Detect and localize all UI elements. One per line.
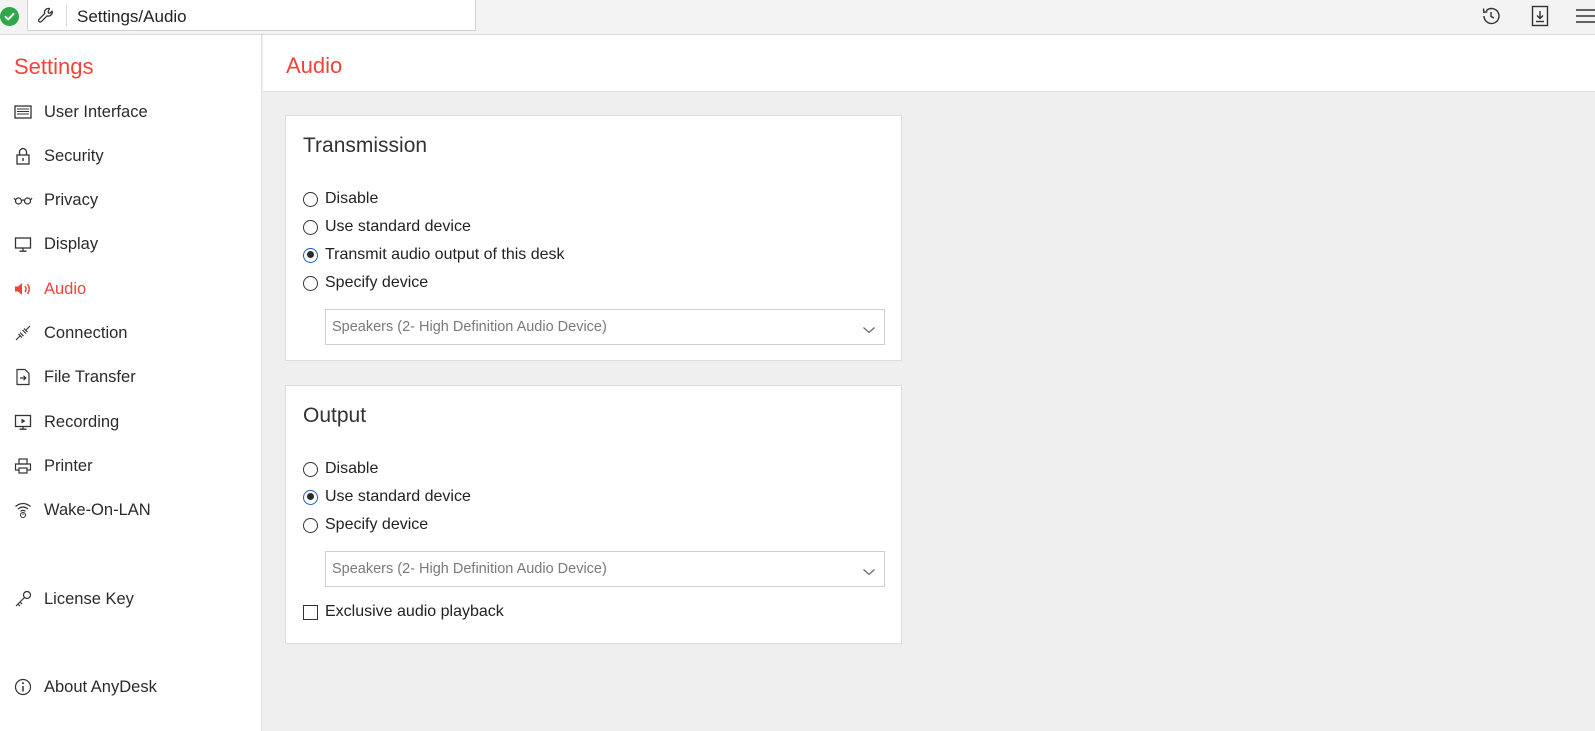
- lock-icon: [13, 146, 33, 166]
- connection-icon: [13, 323, 33, 343]
- radio-label: Use standard device: [325, 218, 471, 235]
- radio-label: Specify device: [325, 274, 429, 291]
- speaker-icon: [13, 279, 33, 299]
- sidebar-item-display[interactable]: Display: [0, 226, 262, 262]
- radio-button[interactable]: [303, 191, 318, 207]
- sidebar-item-label: User Interface: [44, 103, 148, 121]
- address-book-icon[interactable]: [1528, 4, 1552, 28]
- monitor-icon: [13, 234, 33, 254]
- sidebar-item-connection[interactable]: Connection: [0, 315, 262, 351]
- sidebar-item-about[interactable]: About AnyDesk: [0, 669, 262, 705]
- recording-icon: [13, 412, 33, 432]
- sidebar-item-label: Connection: [44, 324, 128, 342]
- radio-button[interactable]: [303, 517, 318, 533]
- radio-button[interactable]: [303, 219, 318, 235]
- radio-label: Disable: [325, 460, 379, 477]
- sidebar-item-label: Privacy: [44, 191, 99, 209]
- transmission-device-select[interactable]: Speakers (2- High Definition Audio Devic…: [325, 309, 885, 345]
- sidebar-item-printer[interactable]: Printer: [0, 448, 262, 484]
- sidebar-item-audio[interactable]: Audio: [0, 271, 262, 307]
- transmission-option-specify-device[interactable]: Specify device: [303, 272, 428, 294]
- top-bar: Settings/Audio: [0, 0, 1595, 35]
- address-separator: [66, 5, 67, 26]
- sidebar-item-recording[interactable]: Recording: [0, 404, 262, 440]
- file-transfer-icon: [13, 367, 33, 387]
- address-bar[interactable]: Settings/Audio: [27, 0, 476, 31]
- checkbox-label: Exclusive audio playback: [325, 603, 504, 620]
- sidebar-item-label: Recording: [44, 413, 120, 431]
- output-option-standard-device[interactable]: Use standard device: [303, 486, 471, 508]
- sidebar-title: Settings: [14, 54, 94, 79]
- sidebar-item-wake-on-lan[interactable]: Wake-On-LAN: [0, 492, 262, 528]
- chevron-down-icon: [862, 564, 876, 576]
- sidebar-item-user-interface[interactable]: User Interface: [0, 94, 262, 130]
- sidebar-item-file-transfer[interactable]: File Transfer: [0, 359, 262, 395]
- output-device-select[interactable]: Speakers (2- High Definition Audio Devic…: [325, 551, 885, 587]
- sidebar-item-security[interactable]: Security: [0, 138, 262, 174]
- printer-icon: [13, 456, 33, 476]
- sidebar-item-label: About AnyDesk: [44, 678, 157, 696]
- sidebar-item-privacy[interactable]: Privacy: [0, 182, 262, 218]
- sidebar-item-license-key[interactable]: License Key: [0, 581, 262, 617]
- transmission-title: Transmission: [303, 134, 428, 157]
- history-icon[interactable]: [1479, 4, 1503, 28]
- transmission-option-transmit-desk-audio[interactable]: Transmit audio output of this desk: [303, 244, 565, 266]
- key-icon: [13, 589, 33, 609]
- radio-label: Specify device: [325, 516, 429, 533]
- glasses-icon: [13, 190, 33, 210]
- settings-sidebar: Settings User Interface Security Privacy…: [0, 35, 262, 731]
- radio-label: Transmit audio output of this desk: [325, 246, 565, 263]
- sidebar-item-label: License Key: [44, 590, 134, 608]
- exclusive-audio-checkbox[interactable]: [303, 604, 318, 620]
- connection-status-icon: [0, 7, 19, 26]
- sidebar-item-label: Audio: [44, 280, 87, 298]
- sidebar-item-label: Security: [44, 147, 104, 165]
- address-path[interactable]: Settings/Audio: [77, 7, 187, 27]
- select-value: Speakers (2- High Definition Audio Devic…: [332, 561, 607, 577]
- output-option-disable[interactable]: Disable: [303, 458, 378, 480]
- sidebar-item-label: File Transfer: [44, 368, 136, 386]
- output-title: Output: [303, 404, 367, 427]
- chevron-down-icon: [862, 322, 876, 334]
- user-interface-icon: [13, 102, 33, 122]
- sidebar-item-label: Printer: [44, 457, 93, 475]
- wifi-icon: [13, 500, 33, 520]
- transmission-option-standard-device[interactable]: Use standard device: [303, 216, 471, 238]
- info-icon: [13, 677, 33, 697]
- transmission-option-disable[interactable]: Disable: [303, 188, 378, 210]
- radio-label: Use standard device: [325, 488, 471, 505]
- transmission-panel: Transmission Disable Use standard device…: [285, 115, 902, 361]
- radio-button-selected[interactable]: [303, 247, 318, 263]
- radio-label: Disable: [325, 190, 379, 207]
- page-title: Audio: [286, 53, 343, 78]
- menu-icon[interactable]: [1575, 4, 1595, 28]
- sidebar-item-label: Display: [44, 235, 99, 253]
- wrench-icon: [36, 6, 56, 26]
- exclusive-audio-playback-option[interactable]: Exclusive audio playback: [303, 601, 504, 623]
- select-value: Speakers (2- High Definition Audio Devic…: [332, 319, 607, 335]
- radio-button[interactable]: [303, 461, 318, 477]
- output-panel: Output Disable Use standard device Speci…: [285, 385, 902, 644]
- main-header: Audio: [263, 35, 1595, 92]
- radio-button[interactable]: [303, 275, 318, 291]
- radio-button-selected[interactable]: [303, 489, 318, 505]
- sidebar-item-label: Wake-On-LAN: [44, 501, 151, 519]
- output-option-specify-device[interactable]: Specify device: [303, 514, 428, 536]
